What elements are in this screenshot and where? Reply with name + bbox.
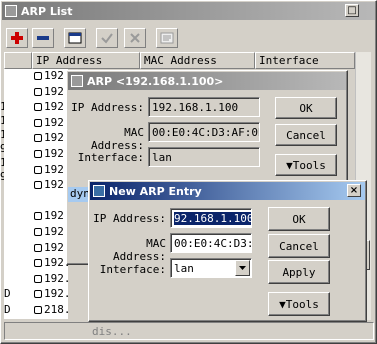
- row-ip: 218.94: [44, 303, 70, 316]
- row-ip: 192: [44, 178, 64, 191]
- check-button[interactable]: [96, 28, 118, 48]
- table-row[interactable]: 192.16: [34, 241, 70, 254]
- row-ip: 192: [44, 100, 64, 113]
- row-flag: D: [4, 287, 11, 300]
- status-text: dis...: [92, 325, 132, 338]
- table-row[interactable]: 192: [34, 131, 70, 144]
- row-ip: 192.16: [44, 272, 70, 285]
- entry-icon: [34, 166, 42, 174]
- obscured-cell: dyn: [70, 187, 90, 200]
- entry-icon: [34, 134, 42, 142]
- entry-icon: [34, 119, 42, 127]
- new-ip-address-label: IP Address:: [93, 212, 166, 225]
- entry-icon: [34, 88, 42, 96]
- window-icon: [93, 185, 105, 197]
- minus-icon: [37, 36, 49, 40]
- table-row[interactable]: 192.16: [34, 209, 70, 222]
- table-row[interactable]: 192: [34, 116, 70, 129]
- new-arp-title: New ARP Entry: [109, 184, 202, 198]
- entry-icon: [34, 212, 42, 220]
- comment-button[interactable]: [156, 28, 178, 48]
- new-interface-label: Interface:: [99, 263, 166, 276]
- entry-icon: [34, 306, 42, 314]
- column-header-ip[interactable]: IP Address: [32, 52, 140, 69]
- mac-address-field[interactable]: 00:E0:4C:D3:AF:0B: [148, 122, 260, 142]
- mac-address-label: MAC Address:: [91, 126, 144, 152]
- column-header-flag[interactable]: [4, 52, 32, 69]
- column-header-mac[interactable]: MAC Address: [140, 52, 255, 69]
- table-row[interactable]: 192.16: [34, 256, 70, 269]
- arp-detail-title: ARP <192.168.1.100>: [87, 74, 224, 88]
- disable-button[interactable]: [124, 28, 146, 48]
- ip-address-field[interactable]: 192.168.1.100: [148, 97, 260, 117]
- tools-button[interactable]: ▼Tools: [275, 154, 337, 176]
- cross-icon: [130, 33, 140, 43]
- new-apply-button[interactable]: Apply: [268, 260, 330, 284]
- cancel-button[interactable]: Cancel: [275, 124, 337, 146]
- entry-icon: [34, 275, 42, 283]
- table-row[interactable]: 192: [34, 69, 70, 82]
- new-mac-address-label: MAC Address:: [113, 237, 166, 263]
- new-interface-value: lan: [174, 262, 194, 275]
- entry-icon: [34, 228, 42, 236]
- row-ip: 192: [44, 147, 64, 160]
- table-row[interactable]: 192: [34, 100, 70, 113]
- table-row[interactable]: 192: [34, 178, 70, 191]
- entry-icon: [34, 72, 42, 80]
- new-tools-button[interactable]: ▼Tools: [268, 292, 330, 316]
- new-ok-button[interactable]: OK: [268, 207, 330, 231]
- column-header-interface[interactable]: Interface: [255, 52, 355, 69]
- entry-icon: [34, 290, 42, 298]
- row-ip: 192: [44, 131, 64, 144]
- enable-button[interactable]: [64, 28, 86, 48]
- new-ip-address-field[interactable]: 92.168.1.100: [170, 208, 252, 228]
- table-row[interactable]: 192: [34, 147, 70, 160]
- check-icon: [101, 33, 113, 44]
- table-row[interactable]: 218.94: [34, 303, 70, 316]
- row-ip: 192: [44, 85, 64, 98]
- table-row[interactable]: 192: [34, 163, 70, 176]
- window-icon: [71, 75, 83, 87]
- maximize-icon[interactable]: □: [345, 4, 359, 17]
- new-mac-address-field[interactable]: 00:E0:4C:D3:: [170, 233, 252, 253]
- interface-label: Interface:: [77, 151, 144, 164]
- new-ip-address-value: 92.168.1.100: [174, 212, 252, 225]
- row-ip: 192: [44, 163, 64, 176]
- add-button[interactable]: [6, 28, 28, 48]
- entry-icon: [34, 244, 42, 252]
- plus-icon: [11, 32, 23, 44]
- row-ip: 192.16: [44, 287, 70, 300]
- table-row[interactable]: 192.16: [34, 225, 70, 238]
- close-icon[interactable]: ×: [347, 184, 361, 197]
- ip-address-label: IP Address:: [71, 101, 144, 114]
- arp-detail-titlebar[interactable]: ARP <192.168.1.100>: [68, 72, 346, 90]
- entry-icon: [34, 259, 42, 267]
- remove-button[interactable]: [32, 28, 54, 48]
- table-row[interactable]: 192: [34, 85, 70, 98]
- row-ip: 192: [44, 69, 64, 82]
- interface-field[interactable]: lan: [148, 147, 260, 167]
- arp-list-title: ARP List: [21, 4, 73, 18]
- row-flag: D: [4, 303, 11, 316]
- ok-button[interactable]: OK: [275, 97, 337, 119]
- entry-icon: [34, 150, 42, 158]
- dropdown-arrow-icon[interactable]: [235, 260, 250, 276]
- table-row[interactable]: 192.16: [34, 287, 70, 300]
- new-arp-titlebar[interactable]: New ARP Entry ×: [90, 182, 365, 200]
- left-edge-digits: 1 1 1 9 1 9: [0, 100, 4, 183]
- entry-icon: [34, 181, 42, 189]
- entry-icon: [34, 103, 42, 111]
- status-bar: [4, 322, 374, 340]
- new-cancel-button[interactable]: Cancel: [268, 234, 330, 258]
- window-icon: [68, 32, 82, 44]
- table-row[interactable]: 192.16: [34, 272, 70, 285]
- arp-list-titlebar[interactable]: ARP List □: [2, 2, 375, 20]
- window-icon: [5, 5, 17, 17]
- row-ip: 192: [44, 116, 64, 129]
- note-icon: [160, 32, 174, 44]
